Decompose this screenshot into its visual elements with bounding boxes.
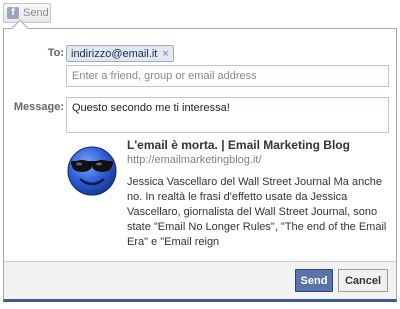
smiley-sunglasses-icon bbox=[66, 141, 118, 197]
friend-search-input[interactable] bbox=[66, 65, 389, 87]
share-send-label: Send bbox=[23, 7, 49, 19]
recipient-token[interactable]: indirizzo@email.it × bbox=[66, 45, 174, 62]
send-dialog: To: indirizzo@email.it × Message: Questo… bbox=[3, 19, 397, 302]
send-button[interactable]: Send bbox=[295, 269, 333, 292]
preview-title[interactable]: L'email è morta. | Email Marketing Blog bbox=[127, 138, 389, 153]
share-send-button[interactable]: f Send bbox=[3, 3, 51, 23]
cancel-button[interactable]: Cancel bbox=[338, 269, 388, 292]
to-label: To: bbox=[47, 47, 64, 59]
message-label: Message: bbox=[13, 101, 64, 113]
message-field[interactable]: Questo secondo me ti interessa! bbox=[66, 97, 389, 133]
recipient-tokens: indirizzo@email.it × bbox=[66, 43, 394, 65]
preview-description: Jessica Vascellaro del Wall Street Journ… bbox=[127, 176, 387, 248]
link-preview: L'email è morta. | Email Marketing Blog … bbox=[127, 138, 389, 250]
dialog-footer: Send Cancel bbox=[4, 261, 396, 299]
recipient-email: indirizzo@email.it bbox=[71, 47, 158, 60]
remove-recipient-icon[interactable]: × bbox=[162, 48, 168, 60]
preview-url: http://emailmarketingblog.it/ bbox=[127, 154, 262, 166]
facebook-icon: f bbox=[7, 7, 19, 19]
